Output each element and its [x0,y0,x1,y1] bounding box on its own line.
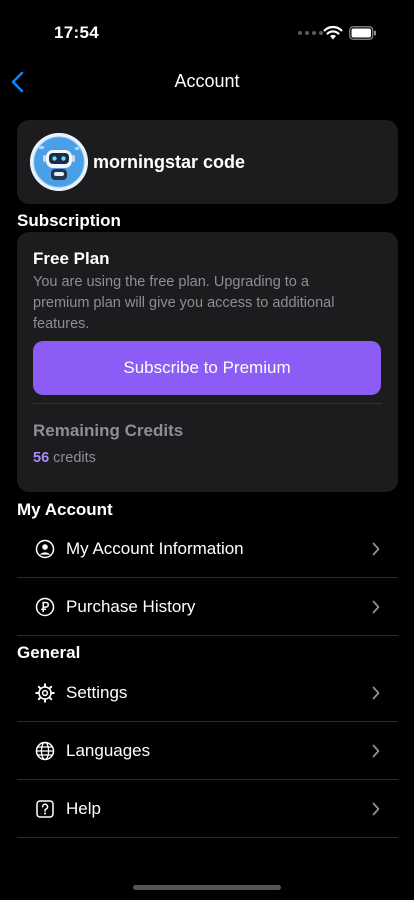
credits-label: Remaining Credits [33,421,184,440]
row-label: Purchase History [66,597,196,616]
plan-description: You are using the free plan. Upgrading t… [33,274,335,332]
avatar [30,133,88,191]
subscribe-button[interactable]: Subscribe to Premium [33,341,381,395]
gear-icon [35,683,55,703]
chevron-right-icon [372,802,380,816]
row-settings[interactable]: Settings [17,664,398,722]
chevron-right-icon [372,542,380,556]
credits-count: 56 credits [33,450,96,466]
chevron-right-icon [372,600,380,614]
row-my-account-information[interactable]: My Account Information [17,520,398,578]
question-icon [36,800,54,818]
coin-icon [35,597,55,617]
person-circle-icon [35,539,55,559]
globe-icon [35,741,55,761]
row-label: My Account Information [66,539,244,558]
plan-title: Free Plan [33,249,110,268]
row-label: Languages [66,741,151,760]
chevron-right-icon [372,686,380,700]
cellular-signal-icon [298,31,323,35]
row-languages[interactable]: Languages [17,722,398,780]
subscription-card: Free Plan You are using the free plan. U… [17,232,398,492]
profile-name: morningstar code [93,152,246,172]
home-indicator[interactable] [133,885,281,890]
profile-card[interactable]: morningstar code [17,120,398,204]
battery-icon [349,26,376,40]
section-header-subscription: Subscription [17,211,121,230]
chevron-right-icon [372,744,380,758]
divider [33,403,382,404]
status-bar: 17:54 [0,0,414,60]
section-header-my-account: My Account [17,500,113,519]
navigation-bar: Account [0,60,414,104]
row-label: Help [66,799,101,818]
row-help[interactable]: Help [17,780,398,838]
row-label: Settings [66,683,128,702]
page-title: Account [174,71,240,91]
credits-unit: credits [53,450,96,466]
credits-value: 56 [33,450,50,466]
status-time: 17:54 [54,23,99,42]
section-header-general: General [17,643,81,662]
row-purchase-history[interactable]: Purchase History [17,578,398,636]
robot-avatar-icon [30,133,88,191]
wifi-icon [323,25,343,40]
